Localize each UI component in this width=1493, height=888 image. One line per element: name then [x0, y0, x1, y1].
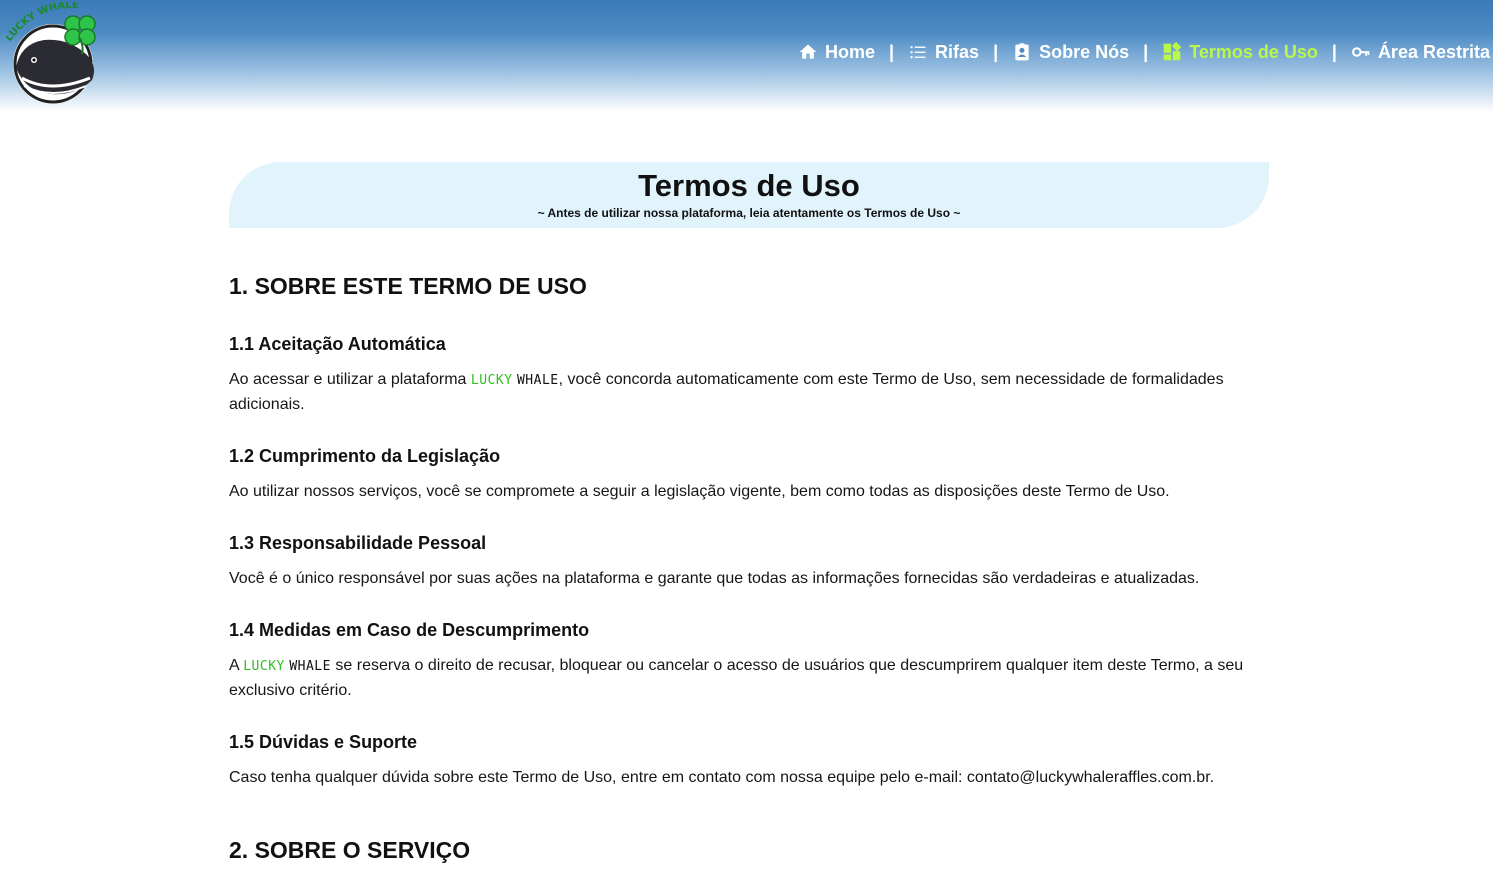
nav-item-label: Rifas [935, 41, 980, 62]
contact-card-icon [1015, 43, 1029, 61]
page-subtitle: ~ Antes de utilizar nossa plataforma, le… [537, 206, 961, 220]
home-icon [799, 44, 817, 59]
nav-item-label: Termos de Uso [1189, 41, 1318, 62]
subsection-text: Ao utilizar nossos serviços, você se com… [229, 483, 1170, 500]
brand-lucky: LUCKY [243, 659, 285, 674]
subsection-title: 1.5 Dúvidas e Suporte [229, 732, 418, 752]
section-title: 2. SOBRE O SERVIÇO [229, 837, 471, 863]
text-segment: Ao acessar e utilizar a plataforma [229, 371, 471, 388]
subsection-text: Ao acessar e utilizar a plataforma LUCKY… [229, 368, 1269, 417]
text-segment: se reserva o direito de recusar, bloquea… [229, 657, 1244, 699]
lucky-whale-logo[interactable]: LUCKY WHALE [4, 0, 102, 104]
brand-lucky: LUCKY [470, 373, 513, 388]
nav-separator: | [889, 41, 895, 62]
subsection-title: 1.3 Responsabilidade Pessoal [229, 533, 487, 553]
nav-item-sobre-nos[interactable]: Sobre Nós [1012, 42, 1129, 63]
terms-content: 1. SOBRE ESTE TERMO DE USO 1.1 Aceitação… [229, 270, 1269, 866]
subsection-text: A LUCKY WHALE se reserva o direito de re… [229, 654, 1269, 703]
nav-item-home[interactable]: Home [798, 42, 875, 63]
nav-item-termos-de-uso[interactable]: Termos de Uso [1162, 42, 1318, 63]
subsection-title: 1.4 Medidas em Caso de Descumprimento [229, 620, 590, 640]
page-banner: Termos de Uso ~ Antes de utilizar nossa … [229, 162, 1269, 228]
nav-item-label: Sobre Nós [1039, 41, 1130, 62]
dashboard-icon [1163, 42, 1182, 61]
list-icon [910, 46, 926, 59]
subsection-text: Você é o único responsável por suas açõe… [229, 570, 1200, 587]
main-nav: Home | Rifas | Sobre Nós | Termos de Uso… [798, 39, 1490, 65]
brand-whale: WHALE [516, 373, 559, 388]
subsection-title: 1.2 Cumprimento da Legislação [229, 446, 501, 466]
section-title: 1. SOBRE ESTE TERMO DE USO [229, 273, 587, 299]
brand-whale: WHALE [289, 659, 331, 674]
nav-item-label: Home [824, 41, 875, 62]
subsection-title: 1.1 Aceitação Automática [229, 334, 446, 354]
nav-item-rifas[interactable]: Rifas [908, 42, 979, 63]
subsection-text: Caso tenha qualquer dúvida sobre este Te… [229, 769, 1215, 786]
site-header: LUCKY WHALE Home | Rifas | Sobre [0, 0, 1493, 112]
nav-separator: | [1143, 41, 1149, 62]
text-segment: A [229, 657, 244, 674]
key-icon [1351, 47, 1370, 57]
nav-separator: | [1331, 41, 1337, 62]
page-title: Termos de Uso [638, 168, 860, 203]
nav-separator: | [993, 41, 999, 62]
nav-item-area-restrita[interactable]: Área Restrita [1351, 42, 1490, 63]
nav-item-label: Área Restrita [1377, 41, 1490, 62]
